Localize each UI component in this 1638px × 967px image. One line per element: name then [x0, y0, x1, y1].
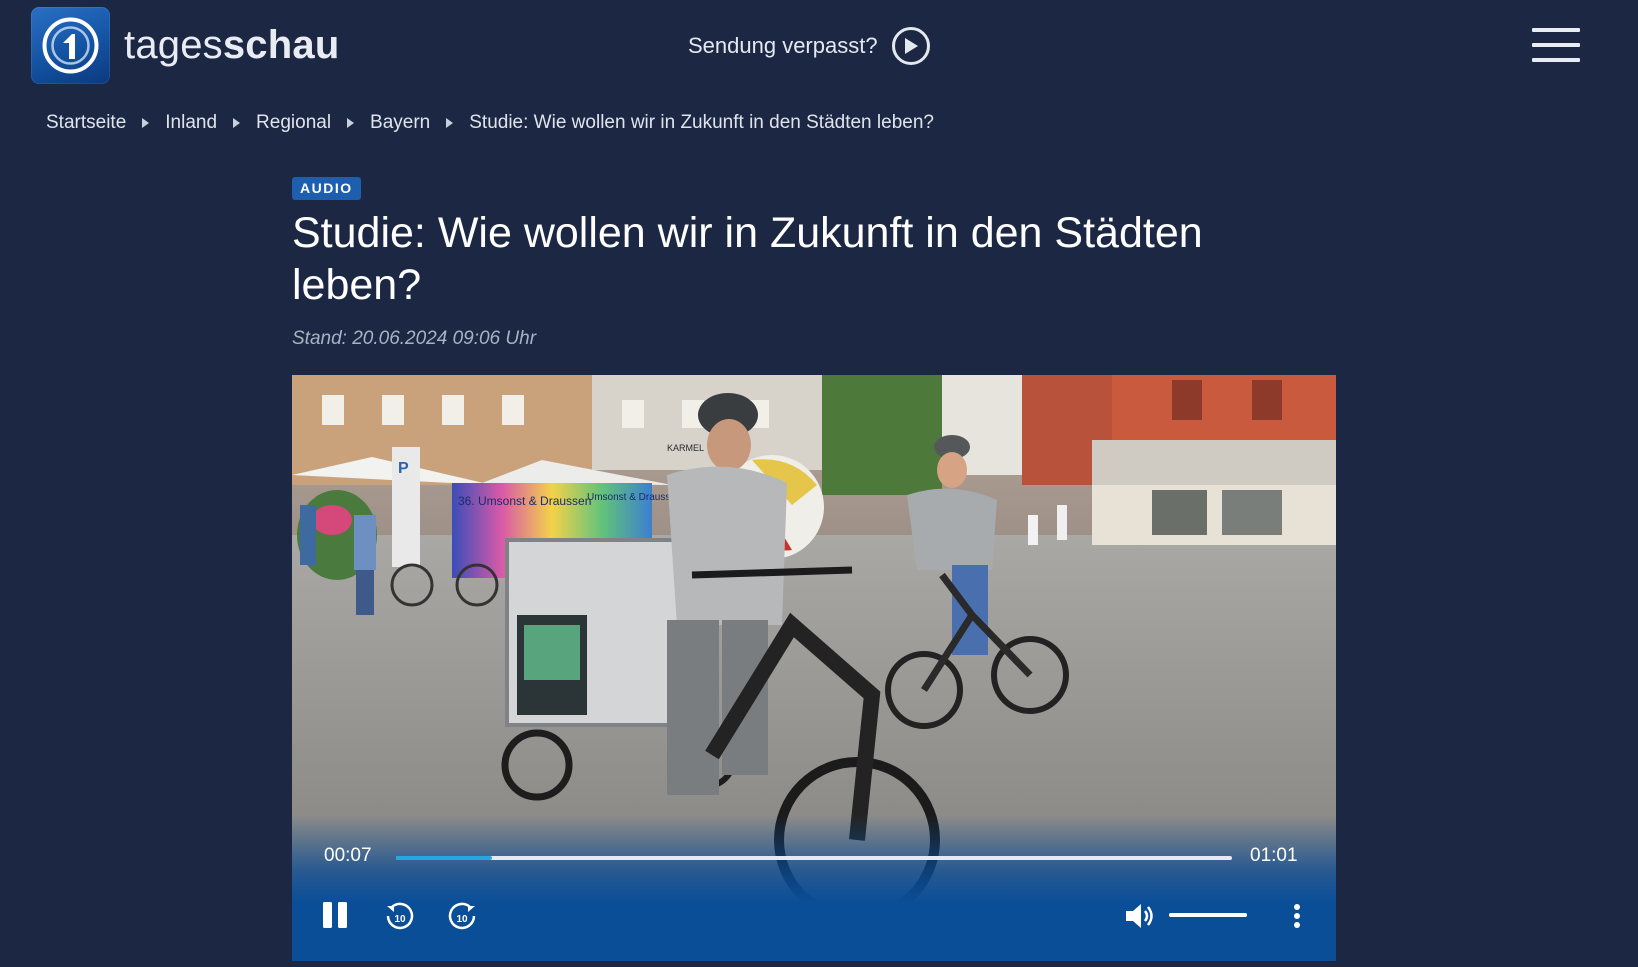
breadcrumb-item-startseite[interactable]: Startseite [46, 112, 126, 134]
article-title: Studie: Wie wollen wir in Zukunft in den… [292, 209, 1203, 309]
player-controls-bar [292, 815, 1336, 961]
volume-button[interactable] [1120, 896, 1160, 936]
forward-10-icon: 10 [448, 902, 476, 930]
audio-player: 36. Umsonst & Draussen Umsonst & Drausse… [292, 375, 1336, 961]
pause-icon [323, 902, 347, 928]
rewind-10-button[interactable]: 10 [380, 896, 420, 936]
forward-10-label: 10 [456, 914, 468, 925]
duration: 01:01 [1250, 845, 1298, 866]
breadcrumb-item-inland[interactable]: Inland [165, 112, 217, 134]
breadcrumb-item-bayern[interactable]: Bayern [370, 112, 430, 134]
site-header: tagesschau Sendung verpasst? [0, 0, 1638, 92]
breadcrumb-item-current: Studie: Wie wollen wir in Zukunft in den… [469, 112, 934, 133]
breadcrumb-separator-icon [446, 118, 454, 128]
volume-fill [1169, 913, 1247, 917]
play-circle-icon [891, 27, 930, 65]
more-options-button[interactable] [1282, 896, 1312, 936]
hamburger-menu-icon[interactable] [1532, 28, 1580, 62]
volume-icon [1126, 904, 1153, 928]
banner-text-2: Umsonst & Draussen [587, 492, 681, 503]
progress-fill [396, 856, 493, 860]
breadcrumb-separator-icon [142, 118, 150, 128]
breadcrumb-separator-icon [233, 118, 241, 128]
current-time: 00:07 [324, 845, 372, 866]
breadcrumb-item-regional[interactable]: Regional [256, 112, 331, 134]
more-vertical-icon [1294, 904, 1300, 928]
volume-slider[interactable] [1169, 913, 1247, 917]
missed-show-label: Sendung verpasst? [688, 33, 878, 58]
rewind-10-icon: 10 [386, 902, 414, 930]
sign-text: KARMEL [667, 443, 704, 453]
ard-one-icon [42, 17, 99, 74]
progress-bar[interactable] [396, 856, 1232, 860]
forward-10-button[interactable]: 10 [442, 896, 482, 936]
brand-wordmark[interactable]: tagesschau [124, 20, 339, 70]
missed-show-link[interactable]: Sendung verpasst? [688, 23, 930, 69]
svg-text:P: P [398, 460, 409, 477]
pause-button[interactable] [318, 895, 352, 935]
breadcrumb: Startseite Inland Regional Bayern Studie… [46, 108, 934, 138]
brand-wordmark-light: tages [124, 23, 223, 67]
banner-text: 36. Umsonst & Draussen [458, 494, 591, 508]
brand-wordmark-bold: schau [222, 23, 340, 67]
rewind-10-label: 10 [394, 914, 406, 925]
breadcrumb-separator-icon [347, 118, 355, 128]
article-timestamp: Stand: 20.06.2024 09:06 Uhr [292, 328, 537, 349]
audio-badge: AUDIO [292, 177, 361, 200]
ard-logo[interactable] [31, 7, 110, 84]
